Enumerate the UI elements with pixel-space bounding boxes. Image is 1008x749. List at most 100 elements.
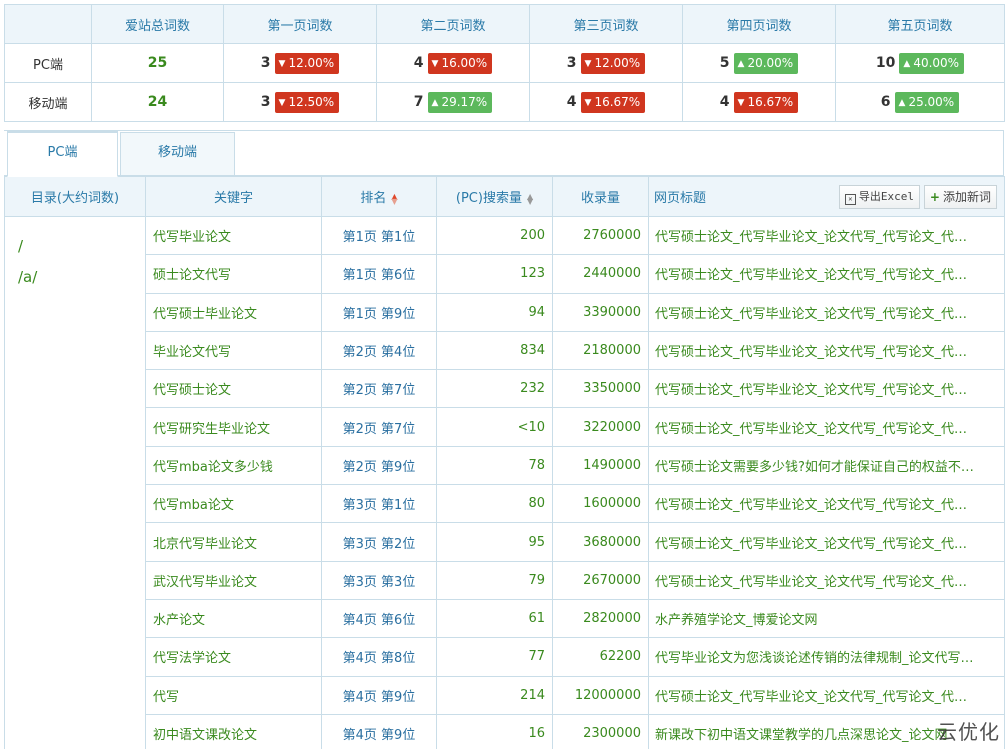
arrow-up-icon: ▲	[898, 97, 906, 108]
keyword-link[interactable]: 武汉代写毕业论文	[145, 560, 322, 600]
excel-icon: ✕	[844, 194, 856, 205]
rank-cell: 第2页 第7位	[321, 369, 437, 409]
page-count: 10	[875, 55, 896, 71]
summary-row: 移动端 24 3 ▼ 12.50% 7 ▲ 29.17% 4 ▼ 16.67% 4 ▼ 16.67% 6 ▲ 2…	[4, 82, 1005, 122]
indexed-cell: 2180000	[552, 330, 649, 371]
summary-corner	[4, 4, 92, 44]
keyword-link[interactable]: 代写	[145, 675, 322, 715]
plus-icon: +	[929, 190, 940, 204]
page-title-link[interactable]: 代写硕士论文_代写毕业论文_论文代写_代写论文_代写论文网	[648, 369, 1005, 409]
arrow-down-icon: ▼	[584, 58, 592, 69]
arrow-up-icon: ▲	[903, 58, 911, 69]
table-row: //a/代写毕业论文 第1页 第1位 200 2760000 代写硕士论文_代写毕业论文…	[4, 215, 1005, 749]
page-count: 3	[260, 55, 271, 71]
arrow-down-icon: ▼	[278, 58, 286, 69]
keyword-link[interactable]: 代写研究生毕业论文	[145, 407, 322, 447]
volume-cell: 16	[436, 713, 553, 749]
table-row: 北京代写毕业论文 第3页 第2位 95 3680000 代写硕士论文_代写毕业论文_论文…	[5, 522, 1005, 562]
page-title-link[interactable]: 代写毕业论文为您浅谈论述传销的法律规制_论文代写_代写论文网	[648, 637, 1005, 677]
col-rank[interactable]: 排名 ▲ ▼	[321, 176, 437, 217]
col-indexed: 收录量	[552, 176, 649, 217]
volume-cell: 78	[436, 445, 553, 486]
page-title-link[interactable]: 代写硕士论文_代写毕业论文_论文代写_代写论文_代写论文网	[648, 675, 1005, 715]
volume-cell: 77	[436, 637, 553, 677]
volume-cell: 94	[436, 292, 553, 332]
percent-badge: ▲ 29.17%	[427, 91, 493, 113]
keyword-link[interactable]: 毕业论文代写	[145, 330, 322, 371]
tab-mobile[interactable]: 移动端	[120, 132, 235, 177]
page-title-link[interactable]: 水产养殖学论文_博爱论文网	[648, 598, 1005, 639]
indexed-cell: 12000000	[552, 675, 649, 715]
keyword-link[interactable]: 初中语文课改论文	[145, 713, 322, 749]
keyword-link[interactable]: 硕士论文代写	[145, 254, 322, 294]
indexed-cell: 2820000	[552, 598, 649, 639]
page-title-link[interactable]: 代写硕士论文_代写毕业论文_论文代写_代写论文_代写论文网	[648, 522, 1005, 562]
table-row: 代写 第4页 第9位 214 12000000 代写硕士论文_代写毕业论文_论文代写_代…	[5, 675, 1005, 715]
col-page-title-label: 网页标题	[654, 191, 707, 206]
keyword-link[interactable]: 水产论文	[145, 598, 322, 639]
directory-link[interactable]: /a/	[18, 268, 145, 299]
indexed-cell: 2300000	[552, 713, 649, 749]
keyword-link[interactable]: 代写毕业论文	[145, 215, 322, 256]
summary-body: PC端 25 3 ▼ 12.00% 4 ▼ 16.00% 3 ▼ 12.00% 5 ▲ 20.00% 10 ▲…	[4, 43, 1005, 122]
keyword-link[interactable]: 代写硕士论文	[145, 369, 322, 409]
volume-cell: 95	[436, 522, 553, 562]
volume-cell: 123	[436, 254, 553, 294]
percent-value: 12.00%	[594, 55, 641, 70]
summary-page-cell: 4 ▼ 16.67%	[682, 82, 836, 122]
page-title-link[interactable]: 代写硕士论文_代写毕业论文_论文代写_代写论文_代写论文网	[648, 484, 1005, 524]
indexed-cell: 2440000	[552, 254, 649, 294]
percent-badge: ▼ 16.67%	[733, 91, 799, 113]
percent-value: 20.00%	[747, 55, 794, 70]
summary-row-label: 移动端	[4, 82, 92, 122]
add-keyword-button[interactable]: + 添加新词	[923, 185, 997, 209]
indexed-cell: 3350000	[552, 369, 649, 409]
keyword-link[interactable]: 代写硕士毕业论文	[145, 292, 322, 332]
arrow-down-icon: ▼	[431, 58, 439, 69]
page-count: 7	[413, 94, 424, 110]
sort-volume-icon[interactable]: ▲ ▼	[527, 192, 533, 205]
volume-cell: 79	[436, 560, 553, 600]
keyword-link[interactable]: 代写mba论文	[145, 484, 322, 524]
export-excel-button[interactable]: ✕ 导出Excel	[838, 185, 920, 209]
summary-header-1: 爱站总词数	[91, 4, 224, 44]
table-row: 代写mba论文多少钱 第2页 第9位 78 1490000 代写硕士论文需要多少钱?如何…	[5, 445, 1005, 486]
table-row: 代写硕士毕业论文 第1页 第9位 94 3390000 代写硕士论文_代写毕业论文_论文…	[5, 292, 1005, 332]
table-row: 代写mba论文 第3页 第1位 80 1600000 代写硕士论文_代写毕业论文_论文代…	[5, 484, 1005, 524]
summary-total: 25	[91, 43, 224, 83]
page-count: 3	[260, 94, 271, 110]
tab-pc[interactable]: PC端	[7, 131, 118, 177]
volume-cell: 834	[436, 330, 553, 371]
rank-cell: 第2页 第4位	[321, 330, 437, 371]
page-count: 3	[566, 55, 577, 71]
percent-badge: ▼ 12.50%	[274, 91, 340, 113]
col-volume[interactable]: (PC)搜索量 ▲ ▼	[436, 176, 553, 217]
col-directory: 目录(大约词数)	[4, 176, 146, 217]
table-row: 初中语文课改论文 第4页 第9位 16 2300000 新课改下初中语文课堂教学的几点深…	[5, 713, 1005, 749]
summary-header-5: 第四页词数	[682, 4, 836, 44]
percent-value: 40.00%	[913, 55, 960, 70]
summary-header-4: 第三页词数	[529, 4, 683, 44]
rank-cell: 第2页 第7位	[321, 407, 437, 447]
keyword-link[interactable]: 代写mba论文多少钱	[145, 445, 322, 486]
indexed-cell: 62200	[552, 637, 649, 677]
page-title-link[interactable]: 代写硕士论文_代写毕业论文_论文代写_代写论文_代写论文网	[648, 560, 1005, 600]
percent-value: 25.00%	[908, 94, 955, 109]
col-page-title: 网页标题 ✕ 导出Excel + 添加新词	[648, 176, 1005, 217]
page-title-link[interactable]: 代写硕士论文_代写毕业论文_论文代写_代写论文_代写论文网	[648, 215, 1005, 256]
page-title-link[interactable]: 代写硕士论文_代写毕业论文_论文代写_代写论文_代写论文网	[648, 292, 1005, 332]
percent-value: 29.17%	[441, 94, 488, 109]
page-title-link[interactable]: 代写硕士论文需要多少钱?如何才能保证自己的权益不受侵害	[648, 445, 1005, 486]
percent-badge: ▼ 16.67%	[580, 91, 646, 113]
indexed-cell: 3390000	[552, 292, 649, 332]
sort-rank-icon[interactable]: ▲ ▼	[391, 192, 397, 205]
keyword-link[interactable]: 北京代写毕业论文	[145, 522, 322, 562]
page-title-link[interactable]: 代写硕士论文_代写毕业论文_论文代写_代写论文_代写论文网	[648, 407, 1005, 447]
volume-cell: 232	[436, 369, 553, 409]
rank-cell: 第1页 第1位	[321, 215, 437, 256]
page-title-link[interactable]: 代写硕士论文_代写毕业论文_论文代写_代写论文_代写论文网	[648, 254, 1005, 294]
keyword-link[interactable]: 代写法学论文	[145, 637, 322, 677]
directory-link[interactable]: /	[18, 237, 145, 268]
page-title-link[interactable]: 代写硕士论文_代写毕业论文_论文代写_代写论文_代写论文网	[648, 330, 1005, 371]
percent-badge: ▲ 25.00%	[894, 91, 960, 113]
